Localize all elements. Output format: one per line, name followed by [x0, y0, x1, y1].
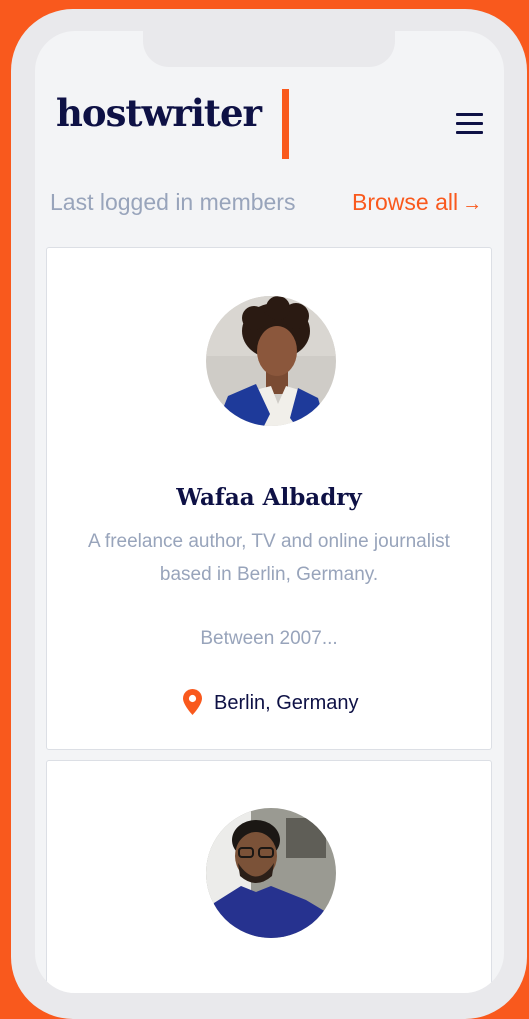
menu-line-icon [456, 113, 483, 116]
browse-all-link[interactable]: Browse all → [352, 189, 482, 216]
member-bio-line: A freelance author, TV and online journa… [88, 531, 450, 552]
section-title: Last logged in members [50, 189, 296, 215]
app-screen: hostwriter Last logged in members Browse… [35, 31, 504, 993]
member-avatar[interactable] [206, 296, 336, 426]
menu-line-icon [456, 131, 483, 134]
member-avatar[interactable] [206, 808, 336, 938]
menu-line-icon [456, 122, 483, 125]
hamburger-menu-button[interactable] [454, 111, 484, 137]
member-card[interactable]: Wafaa Albadry A freelance author, TV and… [46, 247, 492, 750]
member-bio-line: based in Berlin, Germany. [159, 564, 379, 585]
member-bio-line: Between 2007... [200, 628, 338, 649]
member-card[interactable] [46, 760, 492, 993]
phone-notch [143, 31, 395, 67]
arrow-right-icon: → [462, 193, 483, 215]
member-name[interactable]: Wafaa Albadry [47, 484, 491, 511]
hostwriter-logo[interactable]: hostwriter [56, 95, 262, 132]
avatar-photo [206, 296, 336, 426]
logo-accent-bar [282, 89, 289, 159]
location-pin-icon [183, 689, 202, 715]
avatar-photo [206, 808, 336, 938]
location-label: Berlin, Germany [214, 692, 359, 714]
browse-all-label: Browse all [352, 189, 459, 215]
